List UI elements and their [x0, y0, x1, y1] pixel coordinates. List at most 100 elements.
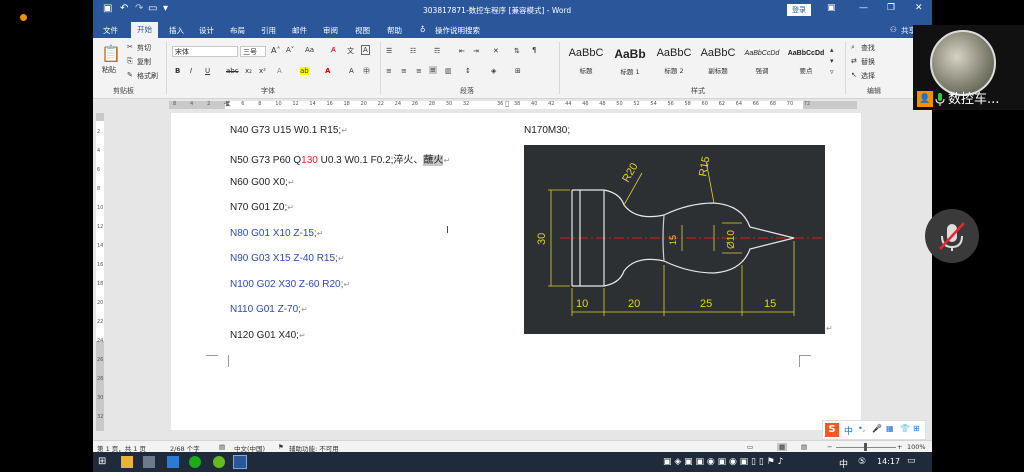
ribbon-display-icon[interactable]: ▣: [827, 3, 836, 13]
copy-icon[interactable]: ⎘: [127, 57, 133, 66]
tab-review[interactable]: 审阅: [323, 25, 338, 36]
app-icon[interactable]: [143, 456, 155, 468]
copy-button[interactable]: 复制: [137, 57, 151, 67]
tab-layout[interactable]: 布局: [230, 25, 245, 36]
subscript-icon[interactable]: x₂: [245, 67, 252, 75]
chinese-layout-icon[interactable]: ✕: [493, 47, 499, 55]
taskbar-ime[interactable]: 中: [839, 457, 848, 470]
numbering-icon[interactable]: ☷: [410, 47, 416, 55]
paste-icon[interactable]: 📋: [101, 44, 121, 63]
indent-marker-icon[interactable]: ⧗: [225, 99, 231, 109]
app-icon[interactable]: [167, 456, 179, 468]
find-icon[interactable]: ⌕: [851, 43, 855, 52]
voice-icon[interactable]: 🎤: [872, 424, 882, 433]
keyboard-icon[interactable]: ▦: [886, 424, 894, 433]
vertical-scrollbar[interactable]: [924, 113, 931, 430]
proofing-icon[interactable]: ▤: [219, 443, 225, 451]
replace-icon[interactable]: ⇄: [851, 57, 857, 65]
styles-scroll-up-icon[interactable]: ▴: [830, 46, 834, 54]
undo-icon[interactable]: ↶: [120, 3, 128, 14]
tab-references[interactable]: 引用: [261, 25, 276, 36]
borders-icon[interactable]: ⊞: [515, 67, 521, 75]
punctuation-icon[interactable]: •,: [858, 424, 865, 433]
char-shading-icon[interactable]: A: [349, 67, 354, 75]
share-icon[interactable]: ⚇: [890, 25, 897, 34]
tab-home[interactable]: 开始: [131, 22, 158, 38]
sogou-tray-icon[interactable]: ⑤: [858, 457, 866, 467]
zoom-out-icon[interactable]: −: [827, 443, 832, 451]
style-emphasis[interactable]: AaBbCcDd 强调: [742, 43, 782, 79]
login-button[interactable]: 登录: [787, 4, 811, 16]
zoom-level[interactable]: 100%: [907, 443, 926, 451]
bullets-icon[interactable]: ☰: [386, 47, 392, 55]
horizontal-ruler[interactable]: 8 4 2 4 6 8 10 12 14 16 18 20 22 24 26 28 30 32 36 38 40 42 44…: [93, 99, 932, 111]
italic-icon[interactable]: I: [190, 67, 192, 75]
style-title[interactable]: AaBbC 标题: [566, 43, 606, 79]
format-painter-button[interactable]: 格式刷: [137, 71, 158, 81]
start-icon[interactable]: ⊞: [98, 456, 106, 467]
new-doc-icon[interactable]: ▭: [148, 3, 157, 14]
replace-button[interactable]: 替换: [861, 57, 875, 67]
clock[interactable]: 14:17: [877, 457, 900, 466]
close-icon[interactable]: ✕: [915, 3, 923, 13]
print-layout-icon[interactable]: ▦: [777, 443, 788, 451]
style-strong[interactable]: AaBbCcDd 要点: [786, 43, 826, 79]
cut-button[interactable]: 剪切: [137, 43, 151, 53]
notification-icon[interactable]: ▭: [907, 456, 916, 466]
tell-me-search[interactable]: 操作说明搜索: [435, 25, 480, 36]
skin-icon[interactable]: 👕: [900, 424, 910, 433]
tab-view[interactable]: 视图: [355, 25, 370, 36]
style-heading-2[interactable]: AaBbC 标题 2: [654, 43, 694, 79]
word-taskbar-icon[interactable]: [233, 455, 247, 469]
wechat-icon[interactable]: [189, 456, 201, 468]
paste-button[interactable]: 粘贴: [102, 65, 116, 75]
change-case-icon[interactable]: Aa: [305, 46, 314, 54]
right-indent-marker-icon[interactable]: ▯: [505, 99, 509, 108]
strikethrough-icon[interactable]: abc: [226, 67, 239, 75]
justify-icon[interactable]: ≡: [429, 66, 437, 74]
phonetic-icon[interactable]: 文: [347, 46, 354, 56]
web-layout-icon[interactable]: ▤: [801, 443, 807, 451]
file-explorer-icon[interactable]: [121, 456, 133, 468]
grow-font-icon[interactable]: A˄: [271, 46, 280, 55]
vertical-ruler[interactable]: 2 4 6 8 10 12 14 16 18 20 22 24 26 28 30 32: [96, 113, 104, 431]
ime-toolbar[interactable]: S 中 •, 🎤 ▦ 👕 ⊞: [822, 420, 926, 440]
accessibility-icon[interactable]: ⚑: [278, 443, 284, 451]
styles-more-icon[interactable]: ▿: [830, 68, 834, 76]
increase-indent-icon[interactable]: ⇥: [473, 47, 479, 55]
font-color-icon[interactable]: A: [325, 67, 330, 75]
zoom-in-icon[interactable]: +: [897, 443, 902, 451]
font-size-field[interactable]: 三号: [240, 46, 266, 57]
style-heading-1[interactable]: AaBb 标题 1: [610, 43, 650, 79]
tab-file[interactable]: 文件: [103, 25, 118, 36]
select-button[interactable]: 选择: [861, 71, 875, 81]
styles-scroll-down-icon[interactable]: ▾: [830, 57, 834, 65]
app-icon[interactable]: [213, 456, 225, 468]
show-marks-icon[interactable]: ¶: [532, 46, 536, 54]
mute-button[interactable]: [925, 209, 979, 263]
document-page[interactable]: N40 G73 U15 W0.1 R15;↵ N50 G73 P60 Q130 U…: [171, 113, 861, 430]
shrink-font-icon[interactable]: A˅: [286, 46, 294, 54]
char-border-icon[interactable]: A: [361, 45, 370, 55]
read-mode-icon[interactable]: ▭: [747, 443, 753, 451]
align-left-icon[interactable]: ≡: [386, 67, 392, 75]
tab-design[interactable]: 设计: [199, 25, 214, 36]
select-icon[interactable]: ↖: [851, 71, 857, 79]
tab-help[interactable]: 帮助: [387, 25, 402, 36]
align-center-icon[interactable]: ≡: [401, 67, 407, 75]
tab-insert[interactable]: 插入: [169, 25, 184, 36]
underline-icon[interactable]: U: [205, 67, 210, 75]
tray-icons[interactable]: ▣ ◈ ▣ ▣ ◉ ▣ ◉ ▣ ▯ ▯ ⚑ ♪: [663, 457, 783, 467]
text-effects-icon[interactable]: A: [277, 67, 282, 75]
cad-drawing[interactable]: R20 R15 30 15 Ø10 10 20 25 15: [524, 145, 825, 334]
sort-icon[interactable]: ⇅: [514, 47, 520, 55]
cut-icon[interactable]: ✂: [127, 43, 133, 51]
restore-icon[interactable]: ❐: [887, 3, 895, 13]
align-right-icon[interactable]: ≡: [416, 67, 422, 75]
customize-qat-icon[interactable]: ▾: [163, 3, 168, 14]
redo-icon[interactable]: ↷: [135, 3, 143, 14]
multilevel-list-icon[interactable]: ☶: [434, 47, 440, 55]
zoom-slider-thumb[interactable]: [864, 443, 867, 451]
save-icon[interactable]: ▣: [103, 3, 112, 14]
shading-icon[interactable]: ◈: [491, 67, 496, 75]
